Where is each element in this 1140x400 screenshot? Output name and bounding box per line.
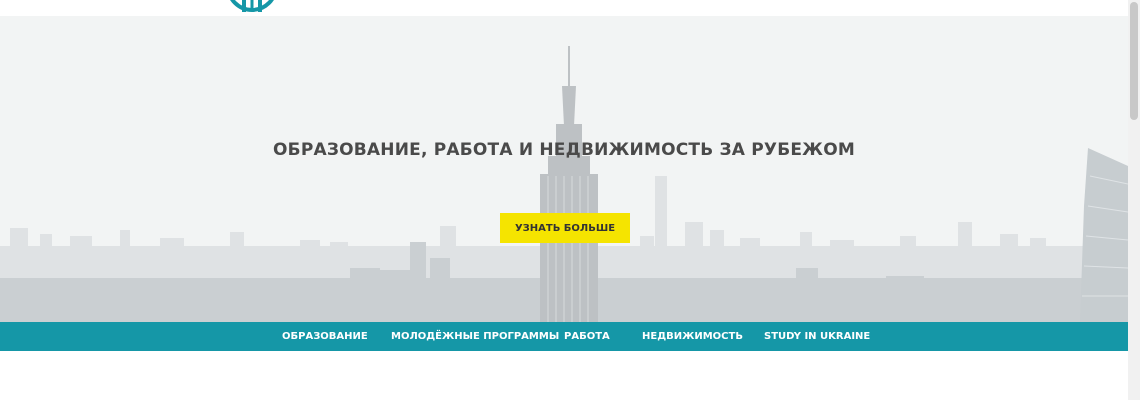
hero-banner: ОБРАЗОВАНИЕ, РАБОТА И НЕДВИЖИМОСТЬ ЗА РУ…: [0, 16, 1128, 322]
top-header: [0, 0, 1128, 16]
main-nav: ОБРАЗОВАНИЕ МОЛОДЁЖНЫЕ ПРОГРАММЫ РАБОТА …: [0, 322, 1128, 351]
nav-item-work[interactable]: РАБОТА: [564, 322, 610, 351]
logo-icon[interactable]: [226, 0, 278, 16]
nav-item-real-estate[interactable]: НЕДВИЖИМОСТЬ: [642, 322, 743, 351]
learn-more-button[interactable]: УЗНАТЬ БОЛЬШЕ: [500, 213, 630, 243]
hero-title: ОБРАЗОВАНИЕ, РАБОТА И НЕДВИЖИМОСТЬ ЗА РУ…: [273, 140, 855, 160]
scrollbar-thumb[interactable]: [1130, 2, 1138, 120]
city-skyline-image: [0, 16, 1128, 322]
nav-item-education[interactable]: ОБРАЗОВАНИЕ: [282, 322, 368, 351]
nav-item-youth-programs[interactable]: МОЛОДЁЖНЫЕ ПРОГРАММЫ: [391, 322, 559, 351]
nav-item-study-in-ukraine[interactable]: STUDY IN UKRAINE: [764, 322, 870, 351]
vertical-scrollbar[interactable]: [1128, 0, 1140, 400]
